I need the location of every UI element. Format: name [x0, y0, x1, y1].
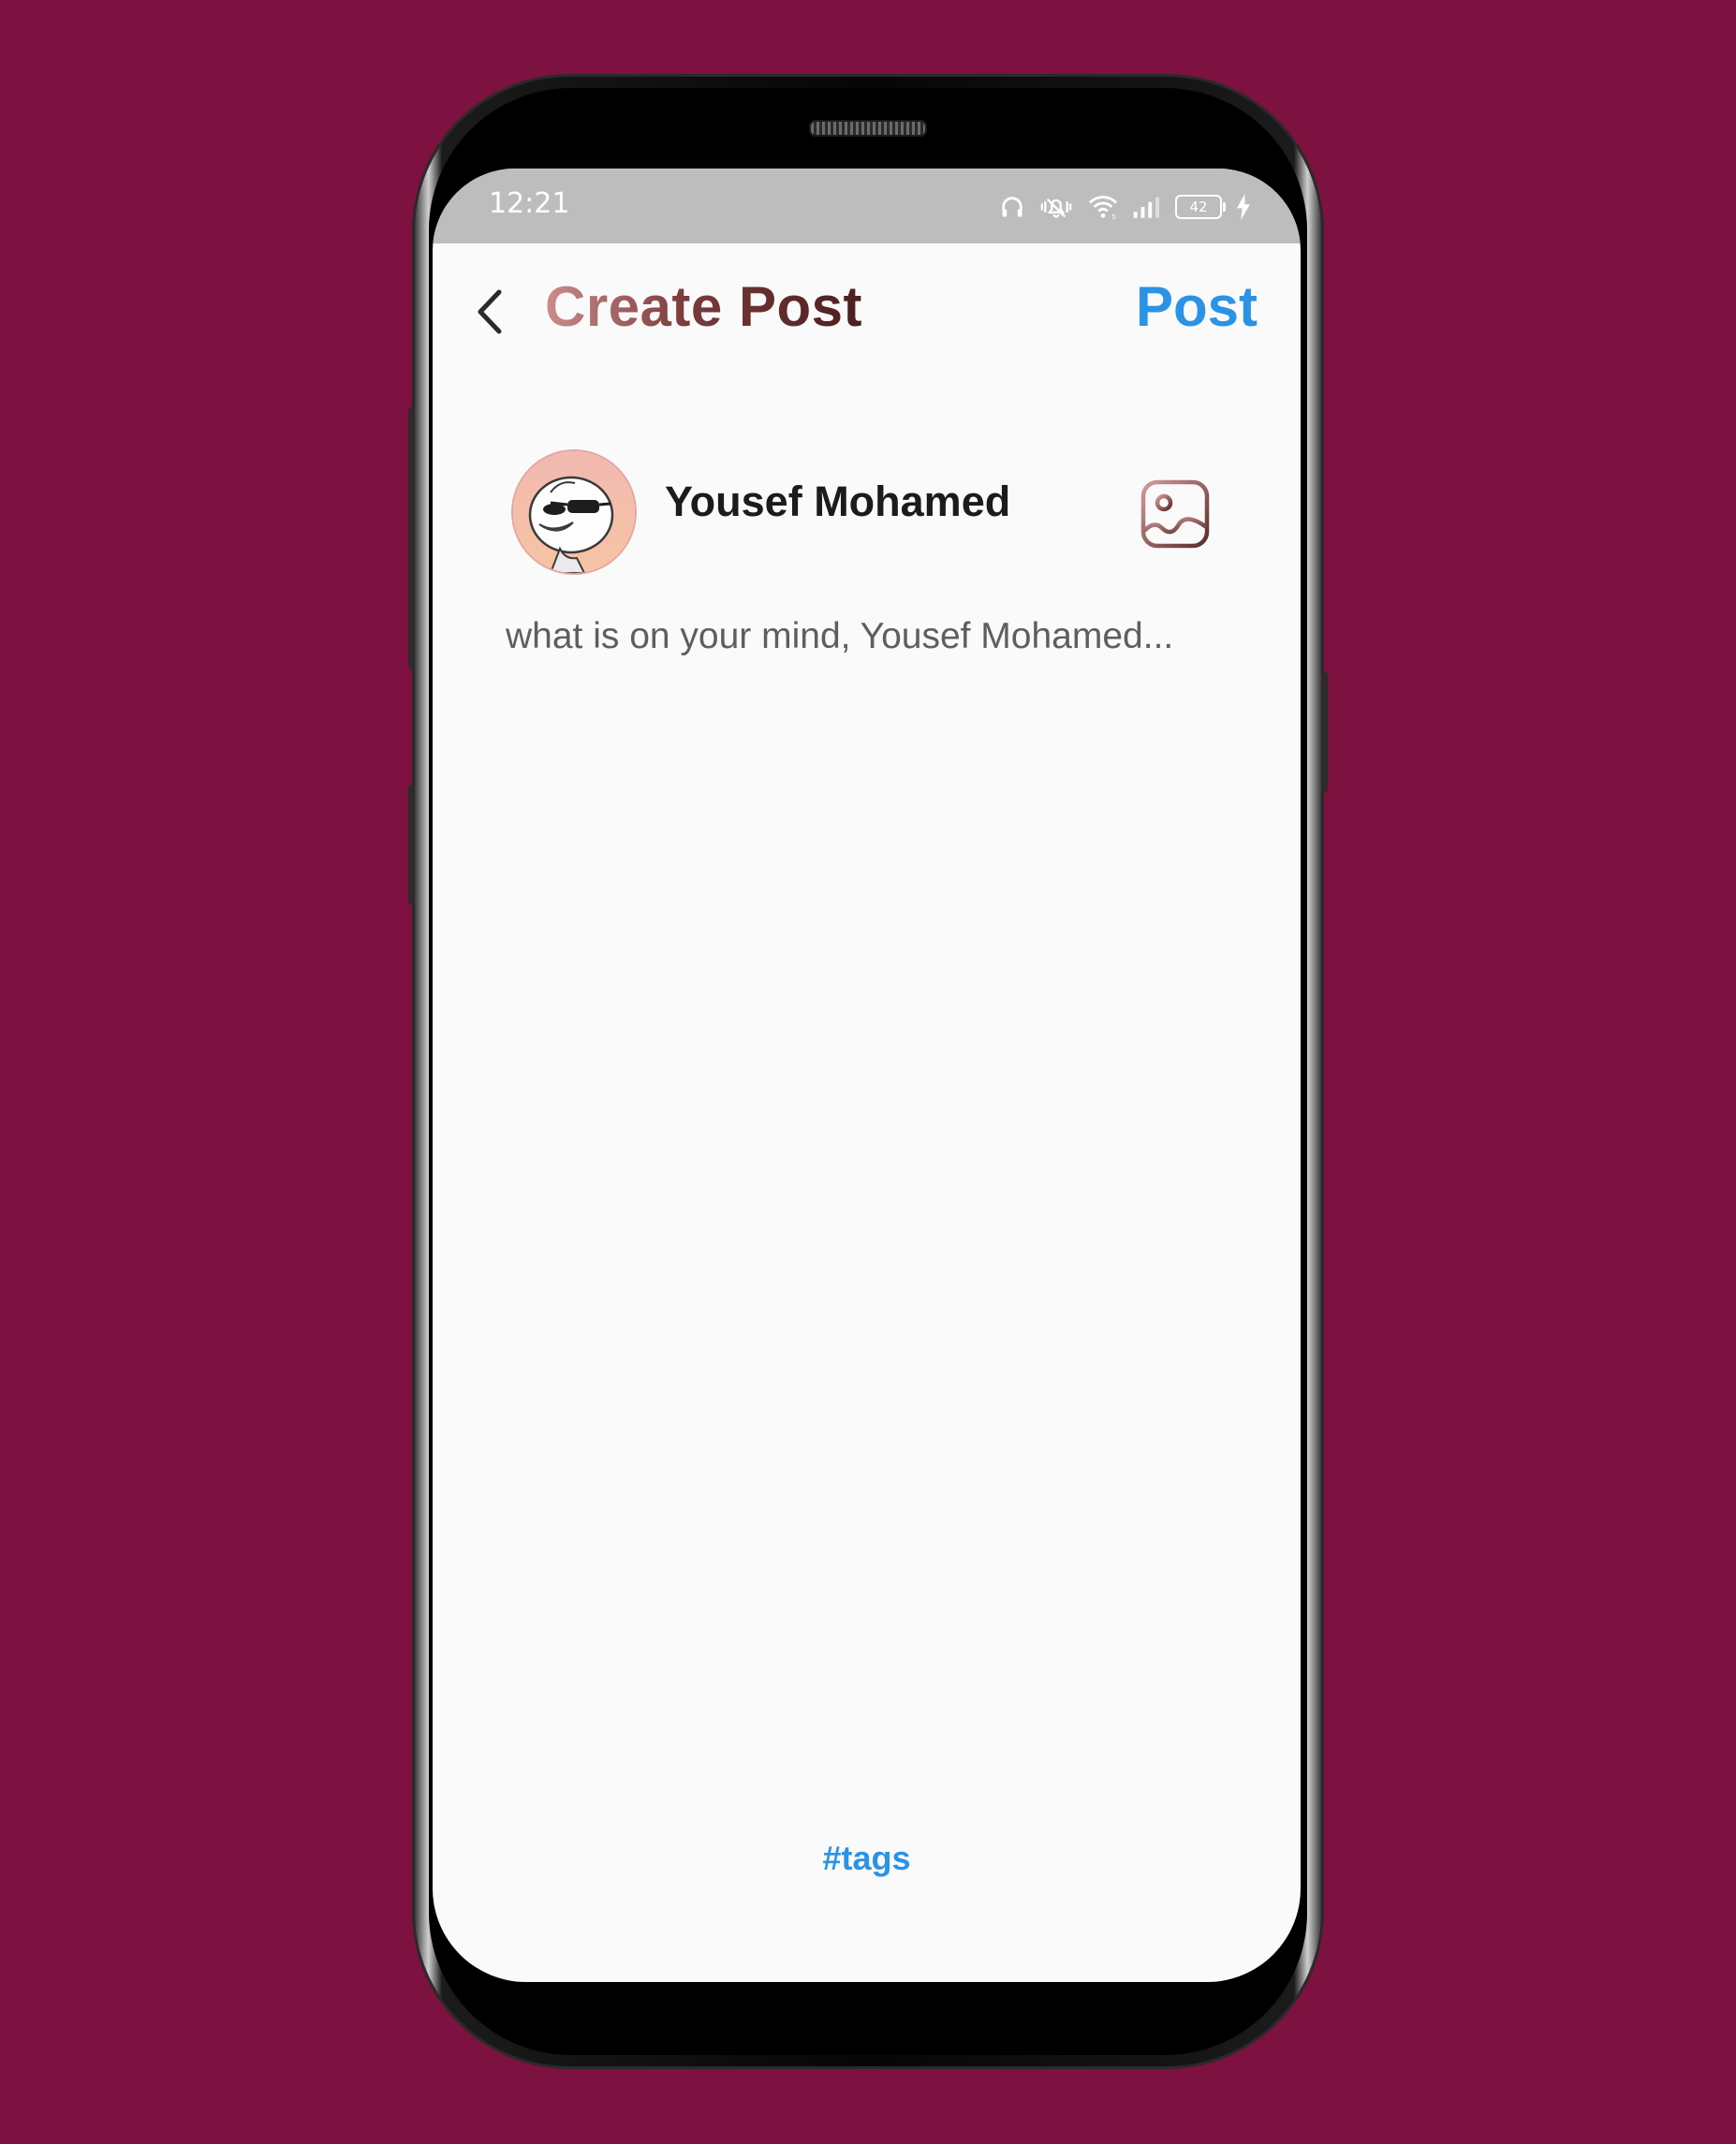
avatar-cartoon-face-icon — [528, 476, 614, 573]
wifi-icon: 5 — [1089, 196, 1117, 220]
status-icons: 5 42 — [999, 191, 1252, 223]
volume-up-button — [408, 407, 415, 669]
svg-text:5: 5 — [1111, 213, 1115, 220]
avatar — [513, 451, 635, 573]
user-name: Yousef Mohamed — [665, 477, 1011, 525]
charging-icon — [1237, 194, 1250, 220]
volume-down-button — [408, 785, 415, 904]
page-title: Create Post — [545, 275, 862, 338]
vibrate-mute-icon — [1040, 198, 1072, 218]
earpiece-speaker — [809, 120, 927, 137]
tags-button[interactable]: #tags — [433, 1839, 1301, 1878]
post-text-input[interactable] — [506, 609, 1227, 665]
battery-icon: 42 — [1175, 195, 1226, 219]
status-bar: 12:21 5 42 — [433, 169, 1301, 243]
add-image-icon[interactable] — [1139, 477, 1212, 551]
app-screen: 12:21 5 42 Create Post Post Yousef Moham… — [433, 169, 1301, 1982]
power-button — [1321, 672, 1328, 792]
headphones-icon — [1002, 197, 1022, 217]
post-button[interactable]: Post — [1136, 274, 1258, 339]
back-arrow-icon[interactable] — [468, 279, 513, 345]
signal-icon — [1133, 197, 1159, 218]
status-time: 12:21 — [489, 187, 570, 220]
